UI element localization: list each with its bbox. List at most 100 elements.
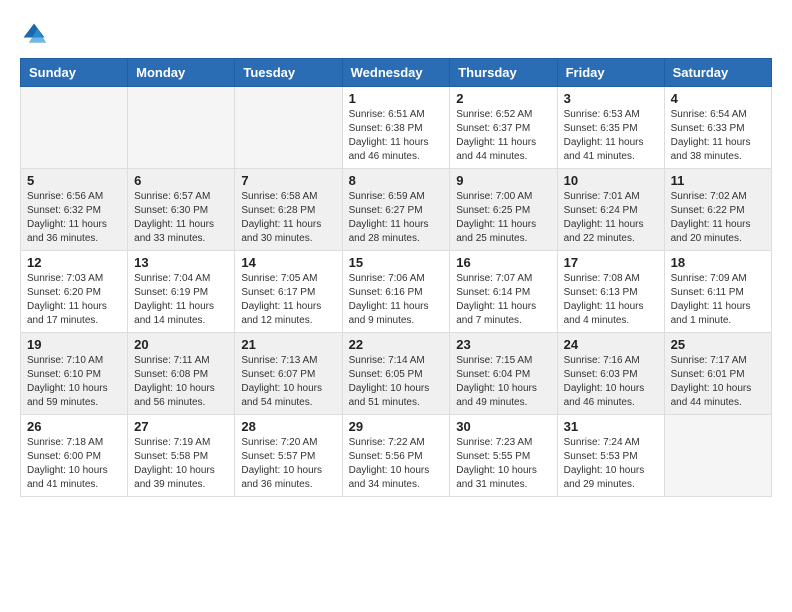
col-header-thursday: Thursday [450,59,557,87]
day-number: 3 [564,91,658,106]
col-header-monday: Monday [128,59,235,87]
day-info: Sunrise: 7:07 AM Sunset: 6:14 PM Dayligh… [456,272,550,328]
day-number: 24 [564,337,658,352]
calendar-cell: 26 Sunrise: 7:18 AM Sunset: 6:00 PM Dayli… [21,415,128,497]
calendar-cell: 20 Sunrise: 7:11 AM Sunset: 6:08 PM Dayli… [128,333,235,415]
calendar-cell: 29Sunrise: 7:22 AM Sunset: 5:56 PM Dayli… [342,415,450,497]
day-number: 16 [456,255,550,270]
calendar-cell: 27 Sunrise: 7:19 AM Sunset: 5:58 PM Dayli… [128,415,235,497]
calendar-cell: 30 Sunrise: 7:23 AM Sunset: 5:55 PM Dayli… [450,415,557,497]
day-number: 10 [564,173,658,188]
day-number: 6 [134,173,228,188]
col-header-saturday: Saturday [664,59,771,87]
calendar-week-2: 5 Sunrise: 6:56 AM Sunset: 6:32 PM Daylig… [21,169,772,251]
calendar-cell: 25 Sunrise: 7:17 AM Sunset: 6:01 PM Dayli… [664,333,771,415]
day-info: Sunrise: 6:56 AM Sunset: 6:32 PM Dayligh… [27,190,121,246]
calendar-cell: 28 Sunrise: 7:20 AM Sunset: 5:57 PM Dayli… [235,415,342,497]
page-header [20,20,772,48]
day-info: Sunrise: 7:22 AM Sunset: 5:56 PM Dayligh… [349,436,444,492]
calendar-cell: 11 Sunrise: 7:02 AM Sunset: 6:22 PM Dayli… [664,169,771,251]
day-number: 28 [241,419,335,434]
day-number: 20 [134,337,228,352]
day-info: Sunrise: 6:58 AM Sunset: 6:28 PM Dayligh… [241,190,335,246]
day-info: Sunrise: 7:17 AM Sunset: 6:01 PM Dayligh… [671,354,765,410]
calendar-cell: 6 Sunrise: 6:57 AM Sunset: 6:30 PM Daylig… [128,169,235,251]
day-number: 30 [456,419,550,434]
calendar-cell: 13Sunrise: 7:04 AM Sunset: 6:19 PM Dayli… [128,251,235,333]
calendar-cell: 31 Sunrise: 7:24 AM Sunset: 5:53 PM Dayli… [557,415,664,497]
day-info: Sunrise: 6:59 AM Sunset: 6:27 PM Dayligh… [349,190,444,246]
calendar-table: SundayMondayTuesdayWednesdayThursdayFrid… [20,58,772,497]
day-info: Sunrise: 7:08 AM Sunset: 6:13 PM Dayligh… [564,272,658,328]
day-number: 9 [456,173,550,188]
day-info: Sunrise: 7:05 AM Sunset: 6:17 PM Dayligh… [241,272,335,328]
calendar-cell: 21 Sunrise: 7:13 AM Sunset: 6:07 PM Dayli… [235,333,342,415]
calendar-cell: 23 Sunrise: 7:15 AM Sunset: 6:04 PM Dayli… [450,333,557,415]
day-info: Sunrise: 7:23 AM Sunset: 5:55 PM Dayligh… [456,436,550,492]
day-info: Sunrise: 7:09 AM Sunset: 6:11 PM Dayligh… [671,272,765,328]
day-info: Sunrise: 7:20 AM Sunset: 5:57 PM Dayligh… [241,436,335,492]
calendar-cell: 10 Sunrise: 7:01 AM Sunset: 6:24 PM Dayli… [557,169,664,251]
calendar-cell: 24Sunrise: 7:16 AM Sunset: 6:03 PM Dayli… [557,333,664,415]
calendar-cell [21,87,128,169]
calendar-cell: 17 Sunrise: 7:08 AM Sunset: 6:13 PM Dayli… [557,251,664,333]
col-header-friday: Friday [557,59,664,87]
day-info: Sunrise: 6:54 AM Sunset: 6:33 PM Dayligh… [671,108,765,164]
calendar-cell: 14 Sunrise: 7:05 AM Sunset: 6:17 PM Dayli… [235,251,342,333]
calendar-cell: 4 Sunrise: 6:54 AM Sunset: 6:33 PM Daylig… [664,87,771,169]
calendar-cell: 18 Sunrise: 7:09 AM Sunset: 6:11 PM Dayli… [664,251,771,333]
calendar-cell: 1 Sunrise: 6:51 AM Sunset: 6:38 PM Daylig… [342,87,450,169]
day-number: 7 [241,173,335,188]
calendar-cell: 12 Sunrise: 7:03 AM Sunset: 6:20 PM Dayli… [21,251,128,333]
day-info: Sunrise: 7:19 AM Sunset: 5:58 PM Dayligh… [134,436,228,492]
day-number: 11 [671,173,765,188]
calendar-week-5: 26 Sunrise: 7:18 AM Sunset: 6:00 PM Dayli… [21,415,772,497]
day-info: Sunrise: 6:53 AM Sunset: 6:35 PM Dayligh… [564,108,658,164]
calendar-cell: 2 Sunrise: 6:52 AM Sunset: 6:37 PM Daylig… [450,87,557,169]
logo [20,20,52,48]
calendar-cell: 19 Sunrise: 7:10 AM Sunset: 6:10 PM Dayli… [21,333,128,415]
day-number: 15 [349,255,444,270]
day-number: 22 [349,337,444,352]
day-info: Sunrise: 7:13 AM Sunset: 6:07 PM Dayligh… [241,354,335,410]
day-number: 23 [456,337,550,352]
calendar-cell: 5 Sunrise: 6:56 AM Sunset: 6:32 PM Daylig… [21,169,128,251]
day-number: 2 [456,91,550,106]
day-info: Sunrise: 7:15 AM Sunset: 6:04 PM Dayligh… [456,354,550,410]
calendar-header-row: SundayMondayTuesdayWednesdayThursdayFrid… [21,59,772,87]
day-number: 21 [241,337,335,352]
day-number: 13 [134,255,228,270]
day-number: 17 [564,255,658,270]
col-header-wednesday: Wednesday [342,59,450,87]
day-info: Sunrise: 7:01 AM Sunset: 6:24 PM Dayligh… [564,190,658,246]
day-number: 19 [27,337,121,352]
calendar-week-3: 12 Sunrise: 7:03 AM Sunset: 6:20 PM Dayli… [21,251,772,333]
calendar-cell [128,87,235,169]
day-number: 1 [349,91,444,106]
day-number: 4 [671,91,765,106]
day-number: 5 [27,173,121,188]
day-info: Sunrise: 6:51 AM Sunset: 6:38 PM Dayligh… [349,108,444,164]
day-info: Sunrise: 6:57 AM Sunset: 6:30 PM Dayligh… [134,190,228,246]
calendar-week-4: 19 Sunrise: 7:10 AM Sunset: 6:10 PM Dayli… [21,333,772,415]
day-info: Sunrise: 7:14 AM Sunset: 6:05 PM Dayligh… [349,354,444,410]
day-info: Sunrise: 7:00 AM Sunset: 6:25 PM Dayligh… [456,190,550,246]
day-info: Sunrise: 7:10 AM Sunset: 6:10 PM Dayligh… [27,354,121,410]
day-number: 25 [671,337,765,352]
day-info: Sunrise: 7:11 AM Sunset: 6:08 PM Dayligh… [134,354,228,410]
day-info: Sunrise: 7:02 AM Sunset: 6:22 PM Dayligh… [671,190,765,246]
day-number: 27 [134,419,228,434]
day-info: Sunrise: 7:03 AM Sunset: 6:20 PM Dayligh… [27,272,121,328]
day-number: 31 [564,419,658,434]
calendar-cell: 16 Sunrise: 7:07 AM Sunset: 6:14 PM Dayli… [450,251,557,333]
day-info: Sunrise: 7:18 AM Sunset: 6:00 PM Dayligh… [27,436,121,492]
day-number: 12 [27,255,121,270]
calendar-cell [664,415,771,497]
day-info: Sunrise: 7:24 AM Sunset: 5:53 PM Dayligh… [564,436,658,492]
calendar-cell: 22 Sunrise: 7:14 AM Sunset: 6:05 PM Dayli… [342,333,450,415]
calendar-cell [235,87,342,169]
day-number: 14 [241,255,335,270]
day-info: Sunrise: 6:52 AM Sunset: 6:37 PM Dayligh… [456,108,550,164]
day-number: 26 [27,419,121,434]
day-number: 18 [671,255,765,270]
